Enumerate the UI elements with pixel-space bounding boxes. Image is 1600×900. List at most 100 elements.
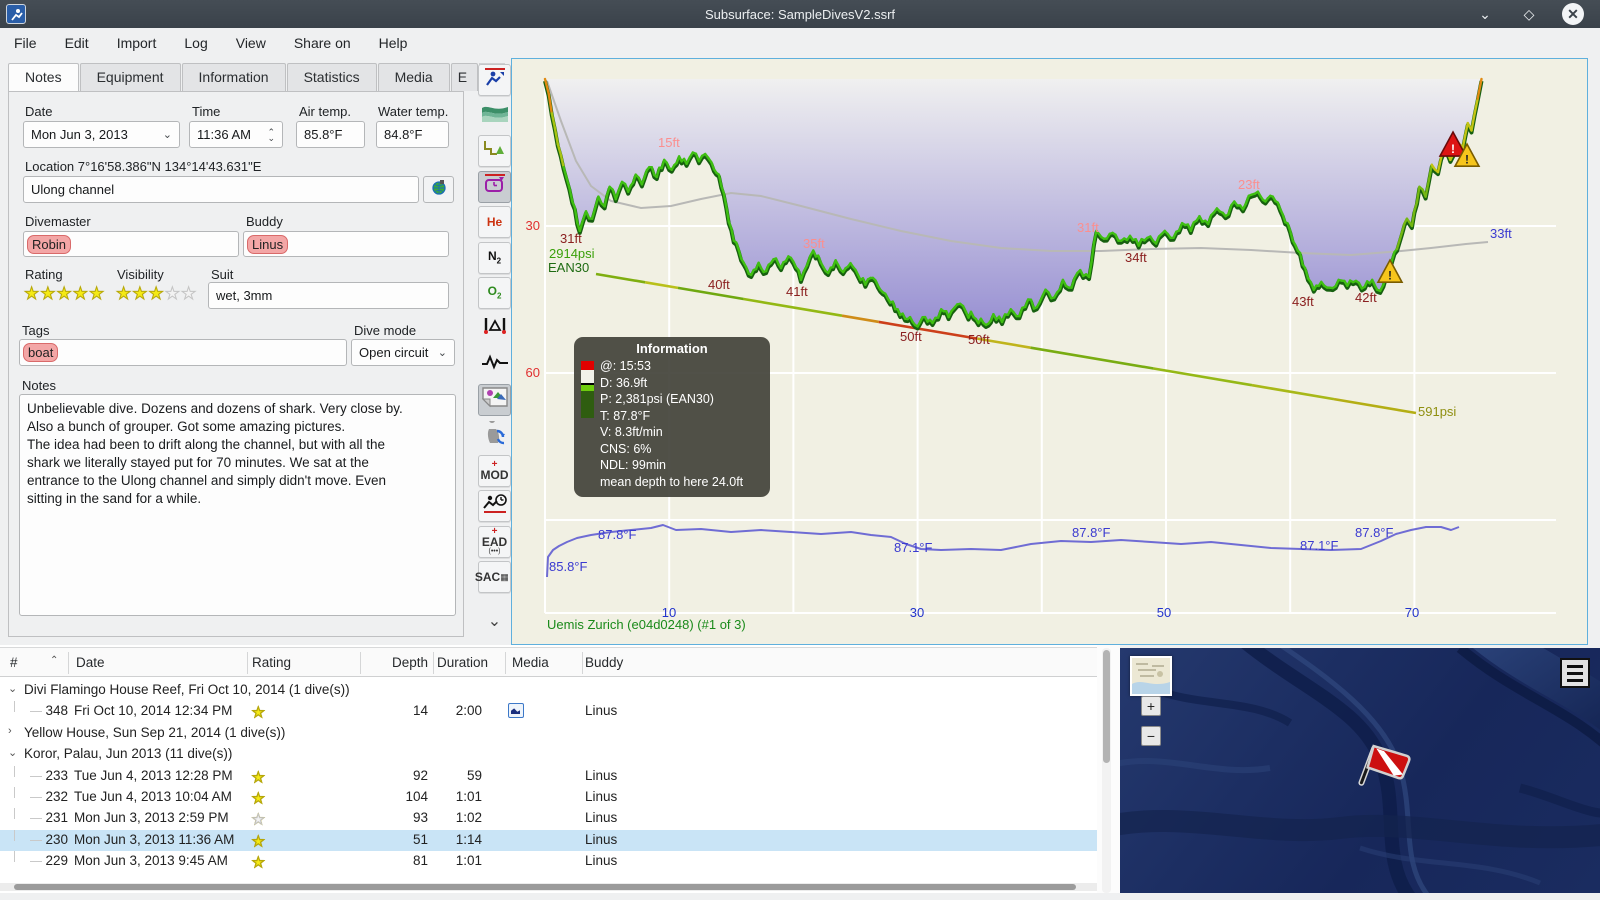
date-field[interactable]: Mon Jun 3, 2013 ⌄	[23, 121, 180, 148]
depth-annotation: 31ft	[1077, 220, 1099, 235]
suit-label: Suit	[211, 267, 234, 282]
dive-profile-chart[interactable]: ! ! ! 30 60 10 30 50 70 15ft 35ft 31ft 23ft 31ft 40…	[511, 58, 1588, 645]
dive-list: # Date Rating Depth Duration Media Buddy ⌃ ⌄ Di…	[0, 645, 1097, 893]
map-menu-button[interactable]	[1560, 658, 1590, 688]
dive-row-348[interactable]: 348 Fri Oct 10, 2014 12:34 PM ★ ★ ★ ★ ★ 14 2…	[0, 701, 1097, 722]
tags-field[interactable]: boat	[19, 339, 347, 366]
vertical-scrollbar[interactable]	[1102, 648, 1111, 893]
sac-toggle[interactable]: SAC ▦◔	[475, 561, 514, 593]
ndl-toggle[interactable]	[478, 490, 511, 522]
column-header-date[interactable]: Date	[76, 655, 105, 670]
dive-row-230[interactable]: 230 Mon Jun 3, 2013 11:36 AM ★ ★ ★ ★ ★ 51 1:…	[0, 829, 1097, 852]
profile-info-tooltip[interactable]: Information @: 15:53 D: 36.9ft P: 2,381psi…	[574, 337, 770, 497]
ndl-icon	[482, 492, 508, 521]
star-filled-icon: ★	[148, 284, 165, 304]
dc-reported-ceiling-toggle[interactable]	[478, 170, 511, 203]
buddy-field[interactable]: Linus	[243, 231, 449, 257]
dive-duration: 59	[466, 767, 482, 783]
divemaster-tag[interactable]: Robin	[27, 234, 71, 254]
mod-toggle[interactable]: + MOD	[478, 454, 511, 487]
menu-log[interactable]: Log	[170, 31, 221, 55]
map-location-button[interactable]	[423, 176, 454, 203]
chevron-collapsed-icon[interactable]: ›	[8, 725, 12, 737]
ruler-toggle[interactable]	[478, 313, 511, 345]
tab-equipment[interactable]: Equipment	[79, 63, 181, 91]
dive-site-map[interactable]: + −	[1120, 648, 1600, 893]
column-header-buddy[interactable]: Buddy	[585, 655, 623, 670]
menu-help[interactable]: Help	[365, 31, 422, 55]
tab-statistics[interactable]: Statistics	[286, 63, 377, 91]
trip-group-row[interactable]: ⌄ Koror, Palau, Jun 2013 (11 dive(s))	[0, 744, 1097, 765]
vscroll-handle[interactable]	[1103, 650, 1110, 763]
tab-notes[interactable]: Notes	[8, 63, 79, 92]
menu-edit[interactable]: Edit	[51, 31, 103, 55]
column-header-media[interactable]: Media	[512, 655, 549, 670]
column-header-rating[interactable]: Rating	[252, 655, 291, 670]
toolbar-collapse-button[interactable]: ⌄	[478, 605, 511, 637]
dive-flag-marker[interactable]	[1358, 740, 1414, 797]
star-filled-icon: ★	[40, 284, 57, 304]
rating-stars[interactable]: ★★★★★	[23, 284, 105, 304]
dive-row-231[interactable]: 231 Mon Jun 3, 2013 2:59 PM ★ ★ ★ ★ ★ 93 1:0…	[0, 808, 1097, 829]
divemode-select[interactable]: Open circuit ⌄	[351, 339, 455, 366]
tab-information[interactable]: Information	[181, 63, 286, 91]
nitrogen-graph-toggle[interactable]: N2	[478, 241, 511, 274]
ead-toggle[interactable]: + EAD (•••)	[478, 525, 511, 558]
photos-icon	[481, 386, 508, 413]
chevron-expanded-icon[interactable]: ⌄	[8, 746, 17, 759]
dive-number: 232	[45, 789, 68, 804]
divemaster-field[interactable]: Robin	[23, 231, 239, 257]
menu-import[interactable]: Import	[103, 31, 171, 55]
horizontal-scrollbar[interactable]	[0, 883, 1097, 891]
maximize-button[interactable]: ◇	[1518, 3, 1540, 25]
buddy-tag[interactable]: Linus	[247, 234, 289, 254]
oxygen-graph-toggle[interactable]: O2	[478, 277, 511, 309]
photos-toggle[interactable]	[478, 383, 511, 416]
minimize-button[interactable]: ⌄	[1474, 3, 1496, 25]
map-overview-inset[interactable]	[1130, 656, 1172, 696]
media-thumbnail-icon[interactable]	[508, 703, 524, 719]
dive-row-229[interactable]: 229 Mon Jun 3, 2013 9:45 AM ★ ★ ★ ★ ★ 81 1:0…	[0, 851, 1097, 872]
map-zoom-out-button[interactable]: −	[1141, 726, 1161, 746]
tag-chip[interactable]: boat	[23, 343, 59, 362]
temperature-annotation: 87.8°F	[1072, 525, 1111, 540]
trip-group-row[interactable]: ⌄ Divi Flamingo House Reef, Fri Oct 10, …	[0, 680, 1097, 701]
tooltip-line: NDL: 99min	[600, 458, 666, 472]
column-header-duration[interactable]: Duration	[437, 655, 488, 670]
svg-text:!: !	[1388, 268, 1392, 282]
notes-textarea[interactable]: Unbelievable dive. Dozens and dozens of …	[19, 394, 456, 616]
dive-row-232[interactable]: 232 Tue Jun 4, 2013 10:04 AM ★ ★ ★ ★ ★ 104 1…	[0, 787, 1097, 808]
waves-toggle[interactable]	[478, 100, 511, 132]
depth-annotation: 31ft	[560, 231, 582, 246]
depth-annotation: 50ft	[968, 332, 990, 347]
chevron-expanded-icon[interactable]: ⌄	[8, 682, 17, 695]
time-field[interactable]: 11:36 AM ⌃ ⌄	[189, 121, 283, 148]
time-spinner[interactable]: ⌃ ⌄	[267, 127, 275, 142]
dive-computer-toggle[interactable]	[478, 64, 511, 96]
dive-list-header[interactable]: # Date Rating Depth Duration Media Buddy ⌃	[0, 647, 1097, 677]
depth-annotation: 33ft	[1490, 226, 1512, 241]
trip-group-row[interactable]: › Yellow House, Sun Sep 21, 2014 (1 dive…	[0, 723, 1097, 744]
location-field[interactable]: Ulong channel	[23, 176, 419, 203]
tab-e[interactable]: E	[450, 63, 478, 91]
suit-field[interactable]: wet, 3mm	[208, 282, 449, 309]
close-button[interactable]: ✕	[1562, 3, 1584, 25]
watertemp-field[interactable]: 84.8°F	[376, 121, 449, 148]
dive-depth: 51	[412, 831, 428, 847]
heart-rate-toggle[interactable]	[478, 348, 511, 380]
tab-media[interactable]: Media	[377, 63, 450, 91]
airtemp-field[interactable]: 85.8°F	[296, 121, 365, 148]
helium-graph-toggle[interactable]: He	[478, 206, 511, 238]
tissue-saturation-toggle[interactable]	[478, 416, 511, 451]
calculated-ceiling-toggle[interactable]	[478, 135, 511, 167]
ruler-icon	[483, 316, 507, 341]
menu-view[interactable]: View	[222, 31, 280, 55]
hscroll-handle[interactable]	[14, 884, 1076, 890]
visibility-stars[interactable]: ★★★★★	[115, 284, 197, 304]
column-header-num[interactable]: #	[10, 655, 18, 670]
menu-share-on[interactable]: Share on	[280, 31, 365, 55]
menu-file[interactable]: File	[0, 31, 51, 55]
map-zoom-in-button[interactable]: +	[1141, 696, 1161, 716]
dive-row-233[interactable]: 233 Tue Jun 4, 2013 12:28 PM ★ ★ ★ ★ ★ 92 59…	[0, 765, 1097, 787]
column-header-depth[interactable]: Depth	[370, 655, 428, 670]
